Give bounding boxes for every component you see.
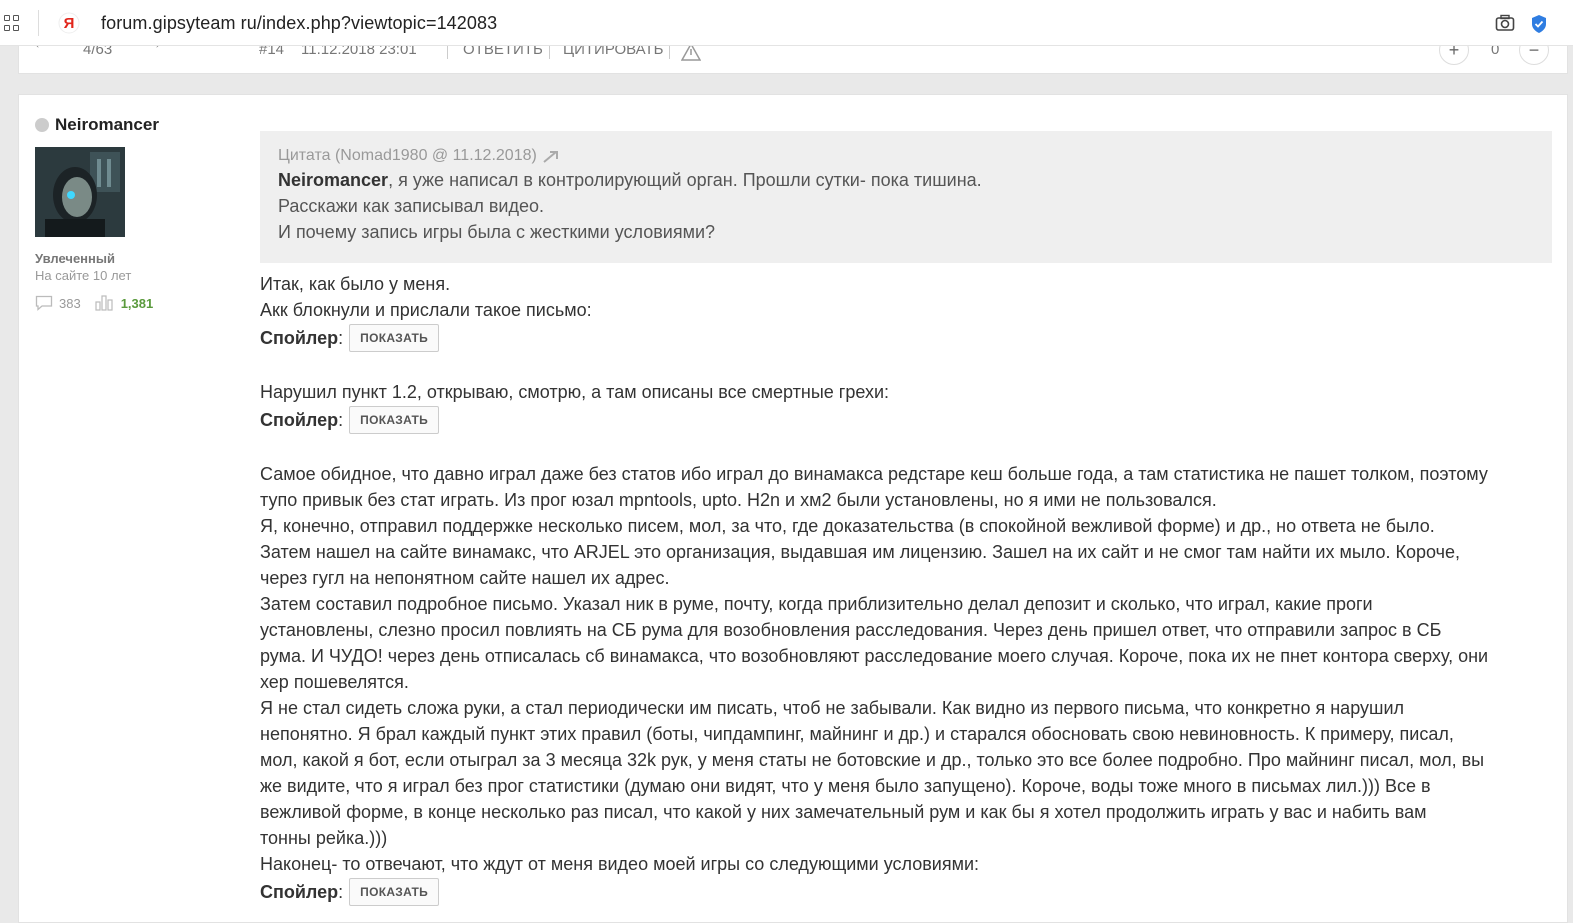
url-text[interactable]: forum.gipsyteam ru/index.php?viewtopic=1…	[101, 13, 497, 34]
body-line: Затем составил подробное письмо. Указал …	[260, 594, 1373, 614]
likes-count[interactable]: 1,381	[121, 296, 154, 311]
apps-grid-icon[interactable]	[4, 15, 20, 31]
body-line: Затем нашел на сайте винамакс, что ARJEL…	[260, 542, 1461, 562]
post-count[interactable]: 383	[59, 296, 81, 311]
author-member-since: На сайте 10 лет	[35, 268, 132, 283]
body-line: Я, конечно, отправил поддержке несколько…	[260, 516, 1435, 536]
body-line: Итак, как было у меня.	[260, 274, 451, 294]
author-name-row: Neiromancer	[35, 115, 235, 135]
body-line: рума. И ЧУДО! через день отписалась сб в…	[260, 646, 1489, 666]
spoiler-show-button[interactable]: ПОКАЗАТЬ	[349, 406, 440, 434]
spoiler-label: Спойлер:	[260, 328, 344, 348]
quote-mention[interactable]: Neiromancer	[278, 170, 388, 190]
camera-icon[interactable]	[1495, 14, 1515, 32]
body-line: непонятно. Я брал каждый пункт этих прав…	[260, 724, 1454, 744]
spoiler-show-button[interactable]: ПОКАЗАТЬ	[349, 324, 440, 352]
protect-shield-icon[interactable]	[1530, 14, 1548, 34]
yandex-logo-icon: Я	[58, 12, 80, 34]
body-line: Самое обидное, что давно играл даже без …	[260, 464, 1488, 484]
author-name[interactable]: Neiromancer	[55, 115, 159, 135]
body-line: хер пошевелятся.	[260, 672, 409, 692]
spoiler-label: Спойлер:	[260, 882, 344, 902]
quote-line: Neiromancer, я уже написал в контролирую…	[278, 167, 1534, 193]
body-line: вежливой форме, в конце несколько раз пи…	[260, 802, 1427, 822]
body-line: Наконец- то отвечают, что ждут от меня в…	[260, 854, 980, 874]
post-body: Итак, как было у меня. Акк блокнули и пр…	[260, 271, 1552, 907]
go-to-quote-arrow-icon[interactable]	[543, 149, 561, 163]
quote-line: Расскажи как записывал видео.	[278, 196, 544, 216]
body-line: же видите, что я играл без прог статисти…	[260, 776, 1431, 796]
post-content: Цитата (Nomad1980 @ 11.12.2018) Neiroman…	[260, 131, 1552, 907]
offline-status-icon	[35, 118, 49, 132]
avatar-image	[35, 147, 125, 237]
quote-source[interactable]: Цитата (Nomad1980 @ 11.12.2018)	[278, 147, 537, 165]
toolbar-divider	[38, 10, 39, 36]
body-line: установлены, слезно просил повлиять на С…	[260, 620, 1442, 640]
comment-icon	[35, 295, 53, 311]
like-icon	[95, 295, 113, 311]
spoiler-label: Спойлер:	[260, 410, 344, 430]
body-line: тонны рейка.)))	[260, 828, 388, 848]
body-line: через гугл на непонятном сайте нашел их …	[260, 568, 670, 588]
body-line: мол, какой я бот, если отыграл за 3 меся…	[260, 750, 1485, 770]
spoiler: Спойлер: ПОКАЗАТЬ	[260, 877, 1552, 907]
spoiler: Спойлер: ПОКАЗАТЬ	[260, 405, 1552, 435]
author-rank: Увлеченный	[35, 251, 115, 266]
browser-address-bar: Я forum.gipsyteam ru/index.php?viewtopic…	[0, 0, 1573, 46]
forum-post: Neiromancer Увлеченный На сайте 10 лет 3…	[18, 94, 1568, 923]
svg-text:Я: Я	[64, 15, 75, 32]
quote-block: Цитата (Nomad1980 @ 11.12.2018) Neiroman…	[260, 131, 1552, 263]
author-panel: Neiromancer Увлеченный На сайте 10 лет 3…	[35, 115, 235, 311]
body-line: Я не стал сидеть сложа руки, а стал пери…	[260, 698, 1405, 718]
body-line: Нарушил пункт 1.2, открываю, смотрю, а т…	[260, 382, 890, 402]
quote-header: Цитата (Nomad1980 @ 11.12.2018)	[278, 145, 1534, 167]
quote-text: , я уже написал в контролирующий орган. …	[388, 170, 982, 190]
spoiler-show-button[interactable]: ПОКАЗАТЬ	[349, 878, 440, 906]
spoiler: Спойлер: ПОКАЗАТЬ	[260, 323, 1552, 353]
body-line: тупо привык без стат играть. Из прог юза…	[260, 490, 1217, 510]
author-stats: 383 1,381	[35, 295, 235, 311]
avatar[interactable]	[35, 147, 125, 237]
quote-line: И почему запись игры была с жесткими усл…	[278, 222, 716, 242]
body-line: Акк блокнули и прислали такое письмо:	[260, 300, 592, 320]
